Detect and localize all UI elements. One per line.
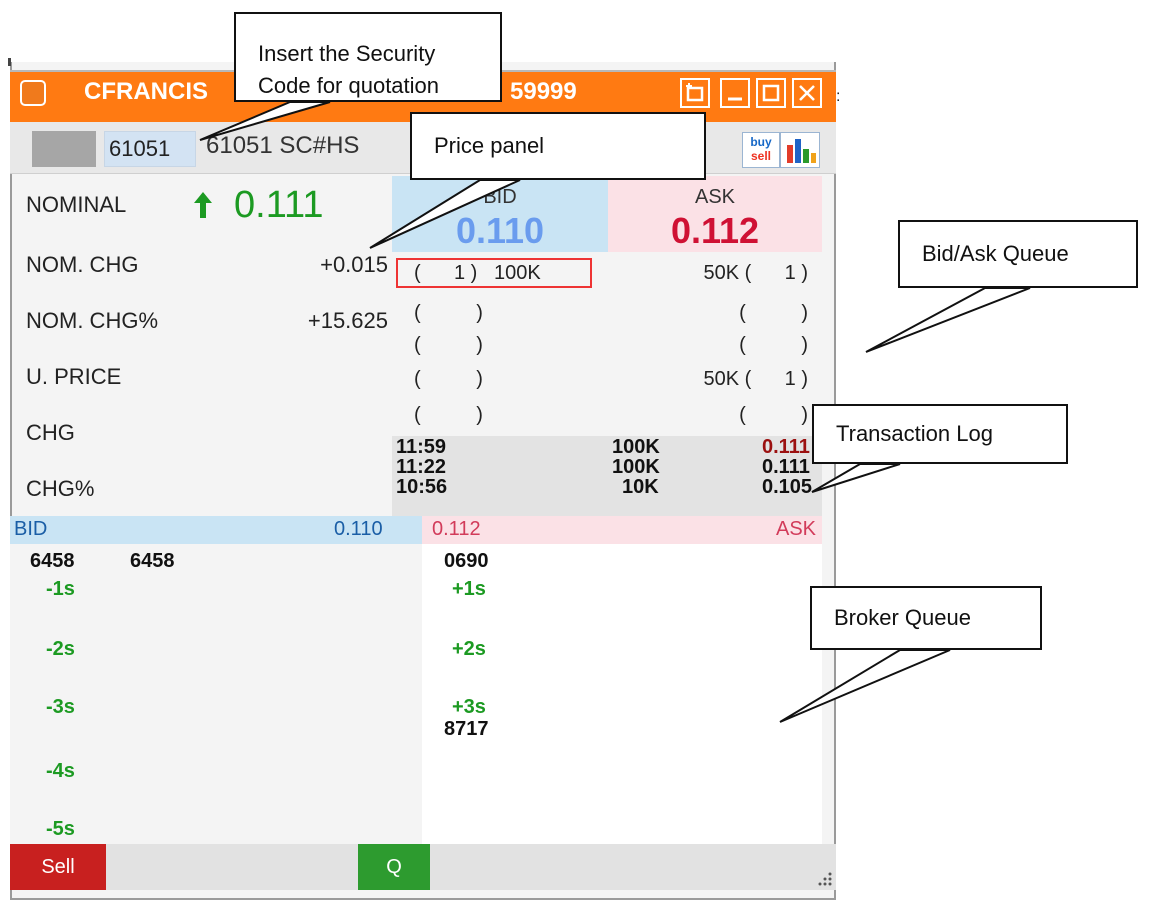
broker-id[interactable]: 6458 [130, 550, 175, 573]
ask-price: 0.112 [670, 210, 760, 251]
ask-queue-row[interactable]: 50K ( 1 ) [704, 262, 808, 285]
broker-id[interactable]: 8717 [444, 718, 489, 741]
buy-label: buy [750, 135, 772, 149]
bid-queue-row[interactable]: ( ) [414, 368, 483, 391]
callout-bid-ask-queue: Bid/Ask Queue [898, 220, 1138, 288]
broker-spread-step: +3s [452, 696, 486, 718]
broker-ask-label: ASK [776, 518, 817, 540]
color-swatch[interactable] [32, 131, 96, 167]
nom-chg-label: NOM. CHG [26, 252, 139, 277]
ask-header: ASK [694, 186, 736, 208]
title-overflow-dots: : [836, 88, 841, 105]
nom-chg-pct-label: NOM. CHG% [26, 308, 158, 333]
callout-security-code: Insert the Security Code for quotation [234, 12, 502, 102]
txn-time: 10:56 [396, 476, 448, 498]
chg-pct-label: CHG% [26, 476, 95, 501]
resize-grip-icon[interactable] [814, 868, 834, 888]
txn-price: 0.105 [762, 476, 813, 498]
broker-bid-label: BID [14, 518, 48, 540]
transaction-log [392, 436, 822, 516]
txn-volume: 10K [622, 476, 659, 498]
callout-security-line2: Code for quotation [258, 73, 440, 98]
nominal-value: 0.111 [234, 184, 324, 226]
callout-transaction-log: Transaction Log [812, 404, 1068, 464]
callout-price-panel: Price panel [410, 112, 706, 180]
chart-button[interactable] [780, 132, 820, 168]
nom-chg-value: +0.015 [320, 252, 388, 277]
ask-queue-row[interactable]: ( ) [739, 334, 808, 357]
security-code-input[interactable] [104, 131, 196, 167]
bar-chart-icon [787, 139, 816, 163]
pin-icon[interactable] [680, 78, 710, 108]
broker-bid-price: 0.110 [334, 518, 383, 540]
bid-price: 0.110 [455, 210, 545, 251]
broker-id[interactable]: 0690 [444, 550, 489, 573]
ask-queue-row[interactable]: 50K ( 1 ) [704, 368, 808, 391]
sell-label: sell [750, 149, 771, 163]
chg-label: CHG [26, 420, 75, 445]
bid-queue-row[interactable]: ( ) [414, 334, 483, 357]
broker-spread-step: -1s [46, 578, 75, 600]
window-title-code: 59999 [510, 78, 577, 105]
callout-security-line1: Insert the Security [258, 41, 436, 66]
buy-sell-button[interactable]: buy sell [742, 132, 780, 168]
bid-header: BID [483, 186, 517, 208]
ask-queue-row[interactable]: ( ) [739, 302, 808, 325]
quote-button[interactable]: Q [358, 844, 430, 890]
security-name: 61051 SC#HS [206, 132, 360, 159]
window-edge-mark [8, 58, 11, 66]
maximize-icon[interactable] [756, 78, 786, 108]
broker-spread-step: -2s [46, 638, 75, 660]
broker-spread-step: -3s [46, 696, 75, 718]
nominal-label: NOMINAL [26, 192, 127, 217]
sell-button[interactable]: Sell [10, 844, 106, 890]
close-icon[interactable] [792, 78, 822, 108]
u-price-label: U. PRICE [26, 364, 122, 389]
ask-queue-row[interactable]: ( ) [739, 404, 808, 427]
up-arrow-icon [194, 192, 212, 218]
window-title-user: CFRANCIS [84, 78, 208, 105]
callout-broker-queue: Broker Queue [810, 586, 1042, 650]
bid-queue-row[interactable]: ( ) [414, 302, 483, 325]
broker-spread-step: -4s [46, 760, 75, 782]
broker-ask-price: 0.112 [432, 518, 481, 540]
broker-spread-step: -5s [46, 818, 75, 840]
bid-queue-row[interactable]: ( ) [414, 404, 483, 427]
broker-spread-step: +1s [452, 578, 486, 600]
bid-queue-row[interactable]: ( 1 ) 100K [414, 262, 541, 285]
broker-ask-header [422, 516, 822, 544]
app-icon[interactable] [20, 80, 46, 106]
broker-id[interactable]: 6458 [30, 550, 75, 573]
broker-spread-step: +2s [452, 638, 486, 660]
nom-chg-pct-value: +15.625 [307, 308, 388, 333]
minimize-icon[interactable] [720, 78, 750, 108]
